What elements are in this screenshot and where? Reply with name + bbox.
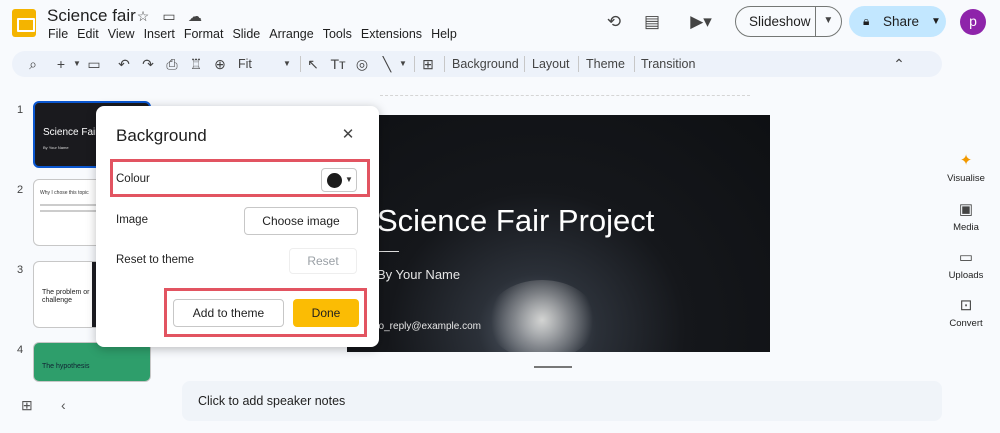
cloud-saved-icon[interactable]: ☁ [187, 8, 203, 24]
canvas-guide [380, 95, 750, 101]
menu-slide[interactable]: Slide [232, 27, 260, 41]
chevron-down-icon[interactable]: ▼ [68, 55, 86, 73]
undo-icon[interactable]: ↶ [115, 55, 133, 73]
side-media[interactable]: ▣ Media [940, 201, 992, 233]
zoom-select[interactable]: Fit [238, 57, 252, 71]
share-label: Share [883, 14, 920, 29]
app-header: Science fair ☆ ▭ ☁ File Edit View Insert… [0, 0, 1000, 46]
highlight-box-colour [110, 159, 370, 197]
speaker-notes[interactable]: Click to add speaker notes [182, 381, 942, 421]
redo-icon[interactable]: ↷ [139, 55, 157, 73]
reset-button[interactable]: Reset [289, 248, 357, 274]
insert-slide-icon[interactable]: ▭ [85, 55, 103, 73]
menu-view[interactable]: View [108, 27, 135, 41]
meet-video-icon[interactable]: ▶▾ [684, 11, 718, 33]
layout-toolbar-button[interactable]: Layout [532, 57, 570, 71]
slideshow-button[interactable]: Slideshow ▼ [735, 6, 842, 37]
toolbar-divider [444, 56, 445, 72]
collapse-filmstrip-icon[interactable]: ‹ [61, 397, 66, 413]
menu-format[interactable]: Format [184, 27, 224, 41]
chevron-down-icon[interactable]: ▼ [278, 55, 296, 73]
reset-label: Reset to theme [116, 254, 194, 266]
transition-toolbar-button[interactable]: Transition [641, 57, 695, 71]
thumbnail-title: The hypothesis [42, 363, 90, 370]
slide-number: 4 [17, 344, 24, 356]
add-comment-icon[interactable]: ⊞ [419, 55, 437, 73]
media-icon: ▣ [958, 201, 974, 218]
grid-view-icon[interactable]: ⊞ [21, 397, 33, 414]
menu-file[interactable]: File [48, 27, 68, 41]
menu-insert[interactable]: Insert [144, 27, 175, 41]
text-box-icon[interactable]: Tт [329, 55, 347, 73]
side-uploads[interactable]: ▭ Uploads [940, 249, 992, 281]
slide-number: 3 [17, 264, 24, 276]
side-label: Uploads [948, 270, 984, 281]
menu-help[interactable]: Help [431, 27, 457, 41]
avatar[interactable]: p [960, 9, 986, 35]
shape-icon[interactable]: ◎ [353, 55, 371, 73]
side-label: Visualise [947, 173, 985, 184]
menu-extensions[interactable]: Extensions [361, 27, 422, 41]
toolbar-divider [578, 56, 579, 72]
slideshow-label[interactable]: Slideshow [736, 14, 815, 29]
slides-logo-icon[interactable] [12, 9, 36, 37]
sparkle-icon: ✦ [959, 152, 973, 169]
choose-image-button[interactable]: Choose image [244, 207, 358, 235]
search-menus-icon[interactable]: ⌕ [24, 55, 42, 73]
toolbar-divider [414, 56, 415, 72]
side-visualise[interactable]: ✦ Visualise [940, 152, 992, 184]
share-button[interactable]: 🔒︎ Share ▼ [849, 6, 946, 37]
lock-icon: 🔒︎ [863, 14, 870, 28]
dialog-title: Background [116, 126, 207, 145]
slide-thumbnail-4[interactable]: The hypothesis [33, 342, 151, 382]
slide-title[interactable]: Science Fair Project [377, 203, 654, 239]
chevron-down-icon[interactable]: ▼ [931, 16, 941, 27]
toolbar-divider [634, 56, 635, 72]
toolbar-divider [300, 56, 301, 72]
document-title[interactable]: Science fair [47, 6, 136, 26]
convert-icon: ⊡ [959, 297, 973, 314]
slide-canvas[interactable]: Science Fair Project By Your Name no_rep… [347, 115, 770, 352]
paint-format-icon[interactable]: ♖ [187, 55, 205, 73]
zoom-icon[interactable]: ⊕ [211, 55, 229, 73]
slide-number: 2 [17, 184, 24, 196]
side-label: Convert [949, 318, 983, 329]
print-icon[interactable]: ⎙ [163, 55, 181, 73]
toolbar: ⌕ + ▼ ▭ ↶ ↷ ⎙ ♖ ⊕ Fit ▼ ↖ Tт ◎ ╲ ▼ ⊞ Bac… [12, 51, 942, 77]
thumbnail-subtitle: By Your Name [43, 145, 69, 150]
move-folder-icon[interactable]: ▭ [161, 8, 177, 24]
select-cursor-icon[interactable]: ↖ [304, 55, 322, 73]
menu-tools[interactable]: Tools [323, 27, 352, 41]
slide-divider [377, 251, 399, 252]
history-icon[interactable]: ⟲ [603, 11, 625, 33]
slide-background-image [487, 280, 597, 352]
folder-icon: ▭ [958, 249, 974, 266]
image-label: Image [116, 214, 148, 226]
highlight-box-buttons [164, 288, 367, 337]
slide-subtitle[interactable]: By Your Name [377, 267, 460, 282]
star-icon[interactable]: ☆ [135, 8, 151, 24]
comment-icon[interactable]: ▤ [641, 11, 663, 33]
chevron-down-icon[interactable]: ▼ [814, 6, 841, 37]
canvas-scroll-handle[interactable] [534, 366, 572, 368]
close-icon[interactable]: ✕ [339, 126, 357, 144]
chevron-down-icon[interactable]: ▼ [394, 55, 412, 73]
menu-arrange[interactable]: Arrange [269, 27, 313, 41]
theme-toolbar-button[interactable]: Theme [586, 57, 625, 71]
side-convert[interactable]: ⊡ Convert [940, 297, 992, 329]
side-label: Media [953, 222, 979, 233]
menu-edit[interactable]: Edit [77, 27, 99, 41]
slide-email[interactable]: no_reply@example.com [373, 321, 481, 332]
title-icons: ☆ ▭ ☁ [135, 8, 203, 24]
slide-number: 1 [17, 104, 24, 116]
speaker-notes-placeholder[interactable]: Click to add speaker notes [198, 394, 345, 408]
thumbnail-title: Science Fair [43, 127, 99, 138]
background-toolbar-button[interactable]: Background [452, 57, 519, 71]
collapse-toolbar-icon[interactable]: ⌃ [890, 55, 908, 73]
toolbar-divider [524, 56, 525, 72]
thumbnail-title: Why I chose this topic [40, 190, 89, 196]
menu-bar: File Edit View Insert Format Slide Arran… [48, 27, 457, 41]
